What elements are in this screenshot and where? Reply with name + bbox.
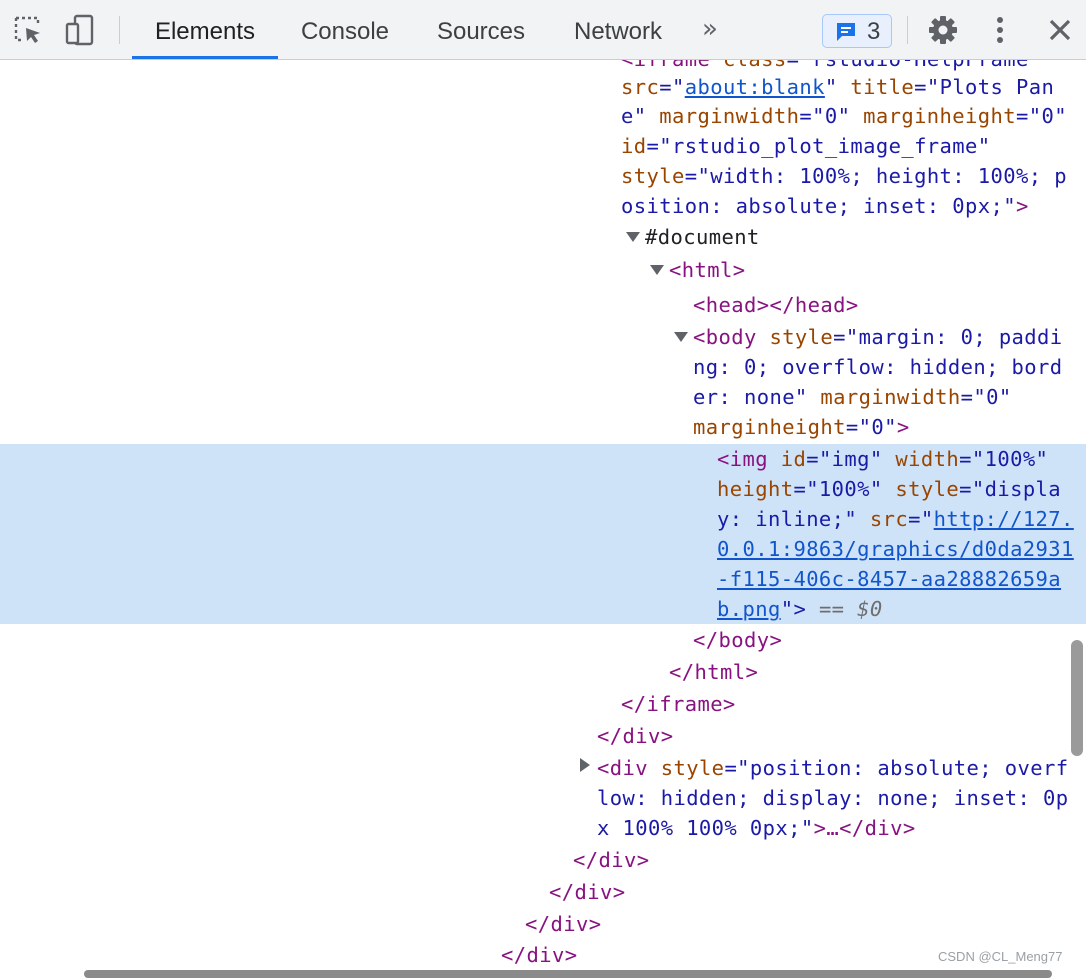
expand-triangle-icon[interactable] — [580, 758, 590, 772]
collapse-triangle-icon[interactable] — [626, 232, 640, 242]
toolbar-separator — [119, 16, 120, 44]
graphics-src-link[interactable]: -f115-406c-8457-aa28882659a — [717, 567, 1061, 591]
issues-count: 3 — [867, 18, 881, 45]
code-line[interactable]: <head></head> — [693, 290, 859, 320]
code-line[interactable]: e" marginwidth="0" marginheight="0" — [621, 101, 1067, 131]
code-line[interactable]: </div> — [501, 940, 577, 970]
code-line-selected[interactable]: 0.0.1:9863/graphics/d0da2931 — [717, 534, 1074, 564]
code-line[interactable]: er: none" marginwidth="0" — [693, 382, 1012, 412]
tab-elements[interactable]: Elements — [132, 0, 278, 60]
code-line[interactable]: ng: 0; overflow: hidden; bord — [693, 352, 1063, 382]
vertical-scrollbar[interactable] — [1071, 640, 1083, 756]
code-line-selected[interactable]: <img id="img" width="100%" — [717, 444, 1048, 474]
code-line[interactable]: </div> — [573, 845, 649, 875]
code-line[interactable]: id="rstudio_plot_image_frame" — [621, 131, 991, 161]
collapse-triangle-icon[interactable] — [650, 265, 664, 275]
code-line[interactable]: x 100% 100% 0px;">…</div> — [597, 813, 916, 843]
code-line[interactable]: marginheight="0"> — [693, 412, 910, 442]
devtools-toolbar: Elements Console Sources Network » 3 — [0, 0, 1086, 60]
code-line[interactable]: <body style="margin: 0; paddi — [693, 322, 1063, 352]
device-toolbar-icon[interactable] — [64, 14, 96, 46]
code-line[interactable]: </iframe> — [621, 689, 736, 719]
graphics-src-link[interactable]: 0.0.1:9863/graphics/d0da2931 — [717, 537, 1074, 561]
code-line[interactable]: #document — [645, 222, 760, 252]
watermark: CSDN @CL_Meng77 — [938, 949, 1063, 964]
code-line-selected[interactable]: -f115-406c-8457-aa28882659a — [717, 564, 1061, 594]
code-line-selected[interactable]: b.png"> == $0 — [717, 594, 883, 624]
tab-console[interactable]: Console — [290, 0, 400, 60]
console-reference: $0 — [857, 597, 883, 621]
code-line[interactable]: style="width: 100%; height: 100%; p — [621, 161, 1067, 191]
tab-sources[interactable]: Sources — [424, 0, 538, 60]
graphics-src-link[interactable]: b.png — [717, 597, 781, 621]
code-line[interactable]: </body> — [693, 625, 782, 655]
collapse-triangle-icon[interactable] — [674, 332, 688, 342]
close-icon[interactable] — [1044, 14, 1076, 46]
code-line[interactable]: src="about:blank" title="Plots Pan — [621, 72, 1054, 102]
inspect-element-icon[interactable] — [12, 14, 44, 46]
graphics-src-link[interactable]: http://127. — [934, 507, 1074, 531]
message-icon — [837, 23, 855, 41]
code-line[interactable]: </html> — [669, 657, 758, 687]
code-line[interactable]: <div style="position: absolute; overf — [597, 753, 1068, 783]
settings-gear-icon[interactable] — [927, 14, 959, 46]
more-tabs-button[interactable]: » — [702, 14, 718, 44]
elements-tree[interactable]: <iframe class="rstudio-HelpFrame src="ab… — [0, 60, 1086, 976]
toolbar-separator — [907, 16, 908, 44]
code-line[interactable]: </div> — [525, 909, 601, 939]
more-vert-icon[interactable] — [984, 14, 1016, 46]
code-line[interactable]: </div> — [597, 721, 673, 751]
code-line[interactable]: <html> — [669, 255, 745, 285]
issues-badge-button[interactable]: 3 — [822, 14, 892, 48]
code-line[interactable]: osition: absolute; inset: 0px;"> — [621, 191, 1029, 221]
code-line[interactable]: low: hidden; display: none; inset: 0p — [597, 783, 1068, 813]
tab-network[interactable]: Network — [562, 0, 674, 60]
code-line-selected[interactable]: height="100%" style="displa — [717, 474, 1061, 504]
horizontal-scrollbar[interactable] — [84, 970, 1052, 978]
active-tab-indicator — [132, 56, 278, 59]
code-line[interactable]: </div> — [549, 877, 625, 907]
code-line-selected[interactable]: y: inline;" src="http://127. — [717, 504, 1074, 534]
about-blank-link[interactable]: about:blank — [685, 75, 825, 99]
